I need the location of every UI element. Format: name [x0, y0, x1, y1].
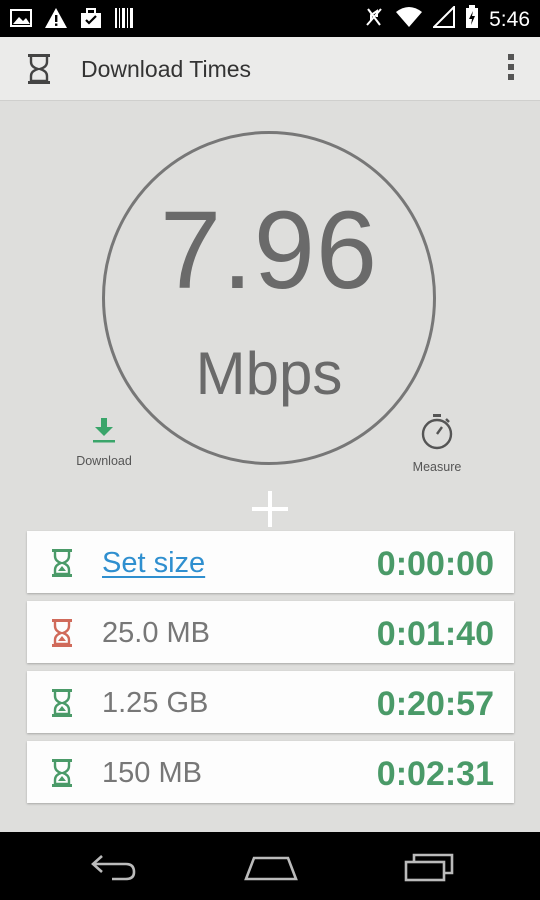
measure-label: Measure — [412, 460, 462, 474]
home-icon[interactable] — [244, 855, 298, 886]
battery-charging-icon — [465, 5, 479, 34]
navigation-bar — [0, 832, 540, 900]
measure-button[interactable]: Measure — [392, 413, 482, 474]
list-item[interactable]: 150 MB 0:02:31 — [27, 741, 514, 803]
stopwatch-icon — [418, 414, 456, 455]
hourglass-icon — [51, 759, 73, 792]
size-label: 1.25 GB — [102, 687, 209, 719]
barcode-icon — [114, 7, 134, 34]
add-button[interactable] — [252, 491, 288, 527]
download-button[interactable]: Download — [59, 415, 149, 468]
size-label: 150 MB — [102, 757, 202, 789]
hourglass-icon — [51, 549, 73, 582]
warning-icon — [44, 7, 68, 34]
download-icon — [89, 418, 119, 449]
download-list: Set size 0:00:00 25.0 MB 0:01:40 1.25 GB 0:20… — [27, 531, 514, 811]
download-time: 0:20:57 — [376, 685, 494, 723]
download-label: Download — [76, 454, 132, 468]
speed-unit: Mbps — [195, 340, 343, 407]
list-item[interactable]: Set size 0:00:00 — [27, 531, 514, 593]
download-time: 0:00:00 — [376, 545, 494, 583]
list-item[interactable]: 25.0 MB 0:01:40 — [27, 601, 514, 663]
mute-icon — [363, 5, 385, 34]
briefcase-icon — [80, 7, 102, 34]
clock: 5:46 — [489, 7, 530, 31]
page-title: Download Times — [81, 56, 252, 82]
status-bar: 5:46 — [0, 0, 540, 37]
set-size-link[interactable]: Set size — [102, 547, 205, 580]
overflow-menu-icon[interactable] — [506, 54, 516, 84]
main-content: 7.96 Mbps Download Measure Set size 0:00:… — [0, 101, 540, 832]
list-item[interactable]: 1.25 GB 0:20:57 — [27, 671, 514, 733]
hourglass-icon[interactable] — [26, 53, 52, 90]
action-bar: Download Times — [0, 37, 540, 101]
hourglass-icon — [51, 619, 73, 652]
image-icon — [10, 8, 32, 33]
wifi-icon — [395, 6, 423, 33]
recents-icon[interactable] — [404, 852, 454, 887]
download-time: 0:01:40 — [376, 615, 494, 653]
back-icon[interactable] — [90, 852, 138, 887]
signal-icon — [431, 4, 456, 33]
size-label: 25.0 MB — [102, 617, 210, 649]
hourglass-icon — [51, 689, 73, 722]
speed-value: 7.96 — [159, 189, 379, 312]
speed-gauge: 7.96 Mbps — [102, 131, 436, 465]
download-time: 0:02:31 — [376, 755, 494, 793]
